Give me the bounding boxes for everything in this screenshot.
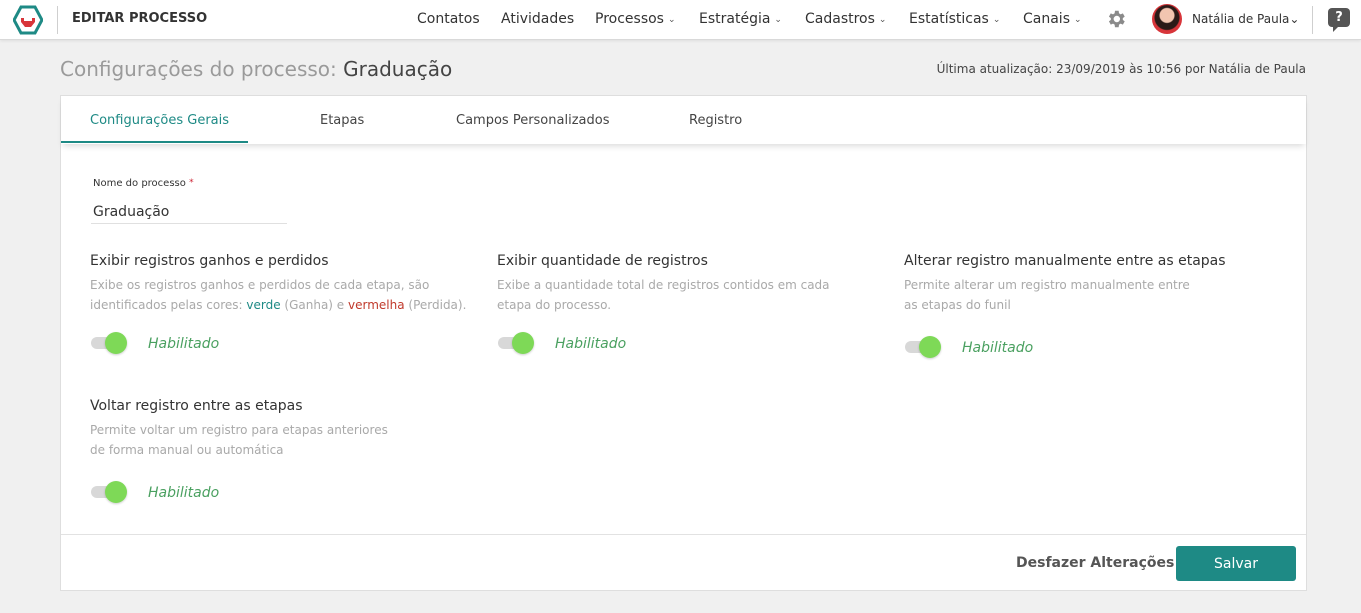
nav-canais[interactable]: Canais ⌄ xyxy=(1023,11,1082,27)
option-title: Alterar registro manualmente entre as et… xyxy=(904,253,1226,269)
toggle-voltar-registro[interactable] xyxy=(91,481,127,503)
page-title: Configurações do processo: Graduação xyxy=(60,57,453,81)
chevron-down-icon: ⌄ xyxy=(774,15,782,25)
nav-estrategia[interactable]: Estratégia ⌄ xyxy=(699,11,782,27)
chevron-down-icon: ⌄ xyxy=(878,15,887,25)
gear-icon[interactable] xyxy=(1105,8,1127,30)
chevron-down-icon: ⌄ xyxy=(1074,15,1082,25)
settings-card: Configurações Gerais Etapas Campos Perso… xyxy=(60,95,1307,591)
process-name-label: Nome do processo * xyxy=(93,178,194,189)
tab-etapas[interactable]: Etapas xyxy=(320,113,364,128)
last-update-text: Última atualização: 23/09/2019 às 10:56 … xyxy=(936,62,1306,76)
undo-changes-button[interactable]: Desfazer Alterações xyxy=(1016,555,1174,571)
tab-registro[interactable]: Registro xyxy=(689,113,742,128)
tab-campos-personalizados[interactable]: Campos Personalizados xyxy=(456,113,609,128)
option-description: Exibe a quantidade total de registros co… xyxy=(497,278,830,312)
toggle-quantidade-registros[interactable] xyxy=(498,332,534,354)
toggle-status: Habilitado xyxy=(555,336,627,352)
top-navbar: EDITAR PROCESSO Contatos Atividades Proc… xyxy=(0,0,1361,40)
toggle-status: Habilitado xyxy=(962,340,1034,356)
toggle-status: Habilitado xyxy=(148,336,220,352)
toggle-alterar-manualmente[interactable] xyxy=(905,336,941,358)
toggle-ganhos-perdidos[interactable] xyxy=(91,332,127,354)
app-logo-icon[interactable] xyxy=(13,5,43,35)
chevron-down-icon: ⌄ xyxy=(1289,12,1300,26)
nav-cadastros[interactable]: Cadastros ⌄ xyxy=(805,11,886,27)
user-menu[interactable]: Natália de Paula⌄ xyxy=(1192,12,1299,26)
help-icon[interactable]: ? xyxy=(1328,8,1350,32)
divider xyxy=(1312,6,1313,34)
avatar[interactable] xyxy=(1152,4,1182,34)
chevron-down-icon: ⌄ xyxy=(667,15,676,25)
divider xyxy=(57,6,58,34)
nav-estatisticas[interactable]: Estatísticas ⌄ xyxy=(909,11,1000,27)
nav-atividades[interactable]: Atividades xyxy=(501,11,574,27)
toggle-status: Habilitado xyxy=(148,485,220,501)
tab-bar: Configurações Gerais Etapas Campos Perso… xyxy=(61,96,1306,144)
process-name: Graduação xyxy=(343,57,453,81)
chevron-down-icon: ⌄ xyxy=(992,15,1001,25)
option-description: Permite alterar um registro manualmente … xyxy=(904,278,1190,312)
active-tab-indicator xyxy=(61,141,248,143)
tab-configuracoes-gerais[interactable]: Configurações Gerais xyxy=(90,113,229,128)
option-description: Permite voltar um registro para etapas a… xyxy=(90,423,388,457)
process-name-input[interactable] xyxy=(91,200,287,224)
app-title: EDITAR PROCESSO xyxy=(72,11,208,26)
option-title: Voltar registro entre as etapas xyxy=(90,398,303,414)
option-description: Exibe os registros ganhos e perdidos de … xyxy=(90,278,467,312)
nav-processos[interactable]: Processos ⌄ xyxy=(595,11,676,27)
nav-contatos[interactable]: Contatos xyxy=(417,11,480,27)
option-title: Exibir registros ganhos e perdidos xyxy=(90,253,329,269)
save-button[interactable]: Salvar xyxy=(1176,546,1296,581)
divider xyxy=(61,534,1306,535)
option-title: Exibir quantidade de registros xyxy=(497,253,708,269)
